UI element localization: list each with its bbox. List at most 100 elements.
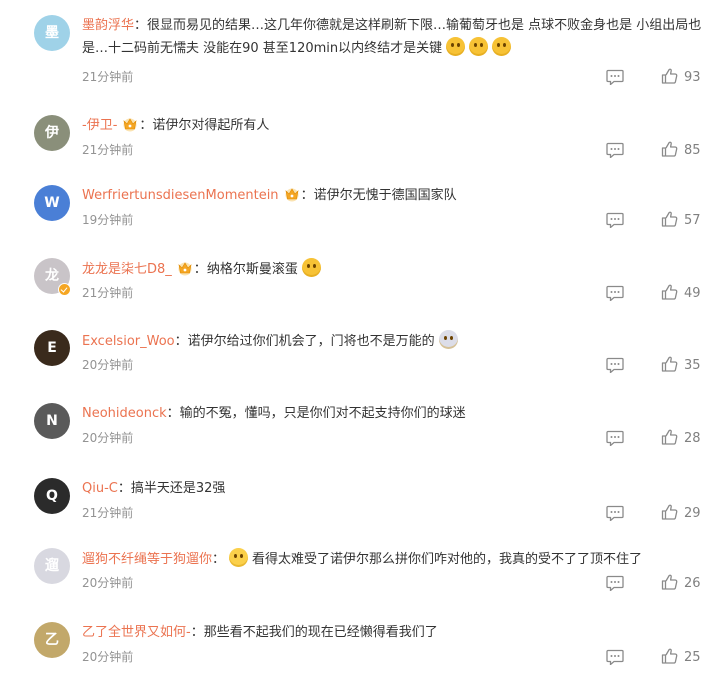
comment-text-line: 墨韵浮华：很显而易见的结果…这几年你德就是这样刷新下限…输葡萄牙也是 点球不败金… [82,15,703,60]
comment-icon [606,142,624,162]
separator: ： [300,188,314,203]
reply-button[interactable] [606,430,624,447]
avatar[interactable]: 墨 [34,15,70,51]
reply-button[interactable] [606,69,624,86]
comment-text-line: Excelsior_Woo：诺伊尔给过你们机会了，门将也不是万能的 [82,330,703,353]
separator: ： [166,406,180,421]
avatar-image: N [46,413,58,429]
avatar-image: 乙 [45,632,59,648]
reply-button[interactable] [606,142,624,159]
reply-button[interactable] [606,357,624,374]
like-button[interactable]: 26 [661,574,701,592]
comment-timestamp: 21分钟前 [82,143,134,157]
like-count: 29 [684,506,701,521]
comment-timestamp: 21分钟前 [82,70,134,84]
comment-icon [606,575,624,595]
like-count: 28 [684,431,701,446]
avatar[interactable]: 遛 [34,548,70,584]
separator: ： [190,625,204,640]
like-button[interactable]: 28 [661,429,701,447]
comment-text: 那些看不起我们的现在已经懒得看我们了 [203,625,438,640]
comment-icon [606,285,624,305]
reply-button[interactable] [606,285,624,302]
smile-emoji-icon [469,37,489,56]
thumbs-up-icon [661,648,684,665]
like-button[interactable]: 57 [661,211,701,229]
avatar[interactable]: 乙 [34,622,70,658]
comment-text-line: Neohideonck：输的不冤，懂吗，只是你们对不起支持你们的球迷 [82,403,703,425]
separator: ： [139,118,153,133]
fan-crown-badge-icon [176,260,194,276]
like-button[interactable]: 29 [661,504,701,522]
comment-icon [606,69,624,89]
comment-text-line: 遛狗不纤绳等于狗遛你： 看得太难受了诺伊尔那么拼你们咋对他的，我真的受不了了顶不住… [82,548,703,571]
username-link[interactable]: Qiu-C [82,481,118,496]
reply-button[interactable] [606,212,624,229]
username-link[interactable]: 龙龙是柒七D8_ [82,262,172,277]
fan-crown-badge-icon [121,116,139,132]
avatar[interactable]: Q [34,478,70,514]
fan-crown-badge-icon [283,186,301,202]
like-button[interactable]: 25 [661,648,701,666]
thumbs-up-icon [661,429,684,446]
like-count: 25 [684,650,701,665]
avatar-image: 遛 [45,558,59,574]
comment-icon [606,212,624,232]
like-count: 57 [684,213,701,228]
comment-timestamp: 20分钟前 [82,431,134,445]
thumbs-up-icon [661,504,684,521]
thumbs-up-icon [661,141,684,158]
avatar-image: E [47,340,57,356]
thumbs-up-icon [661,356,684,373]
username-link[interactable]: -伊卫- [82,118,117,133]
separator: ： [117,481,131,496]
reply-button[interactable] [606,649,624,666]
smile-emoji-icon [446,37,466,56]
like-count: 93 [684,70,701,85]
comment-text: 诺伊尔无愧于德国国家队 [313,188,457,203]
comment-timestamp: 21分钟前 [82,506,134,520]
username-link[interactable]: 墨韵浮华 [82,18,134,33]
cry-emoji-icon [229,548,249,567]
avatar[interactable]: N [34,403,70,439]
reply-button[interactable] [606,505,624,522]
comment-text: 搞半天还是32强 [130,481,226,496]
comment-text-line: 乙了全世界又如何-：那些看不起我们的现在已经懒得看我们了 [82,622,703,644]
username-link[interactable]: Neohideonck [82,406,167,421]
reply-button[interactable] [606,575,624,592]
comment-icon [606,357,624,377]
like-count: 35 [684,358,701,373]
avatar[interactable]: E [34,330,70,366]
thumbs-up-icon [661,68,684,85]
like-button[interactable]: 49 [661,284,701,302]
comment-text: 很显而易见的结果…这几年你德就是这样刷新下限…输葡萄牙也是 点球不败金身也是 小… [82,18,702,56]
avatar[interactable]: 伊 [34,115,70,151]
comment-text: 纳格尔斯曼滚蛋 [206,262,298,277]
separator: ： [134,18,148,33]
avatar-image: W [44,195,60,211]
smile-emoji-icon [301,258,321,277]
comment-timestamp: 20分钟前 [82,650,134,664]
like-button[interactable]: 35 [661,356,701,374]
thumbs-up-icon [661,284,684,301]
separator: ： [174,334,188,349]
comment-timestamp: 20分钟前 [82,358,134,372]
comment-icon [606,649,624,669]
avatar[interactable]: W [34,185,70,221]
separator: ： [193,262,207,277]
comment-text: 输的不冤，懂吗，只是你们对不起支持你们的球迷 [179,406,466,421]
comment-text-line: WerfriertunsdiesenMomentein ：诺伊尔无愧于德国国家队 [82,185,703,207]
like-button[interactable]: 93 [661,68,701,86]
comment-icon [606,505,624,525]
comment-text-line: Qiu-C：搞半天还是32强 [82,478,703,500]
username-link[interactable]: 乙了全世界又如何- [82,625,191,640]
username-link[interactable]: WerfriertunsdiesenMomentein [82,188,279,203]
like-button[interactable]: 85 [661,141,701,159]
like-count: 85 [684,143,701,158]
username-link[interactable]: Excelsior_Woo [82,334,175,349]
username-link[interactable]: 遛狗不纤绳等于狗遛你 [82,552,212,567]
like-count: 26 [684,576,701,591]
comment-text: 诺伊尔对得起所有人 [152,118,270,133]
comment-text: 诺伊尔给过你们机会了，门将也不是万能的 [187,334,435,349]
comment-timestamp: 21分钟前 [82,286,134,300]
